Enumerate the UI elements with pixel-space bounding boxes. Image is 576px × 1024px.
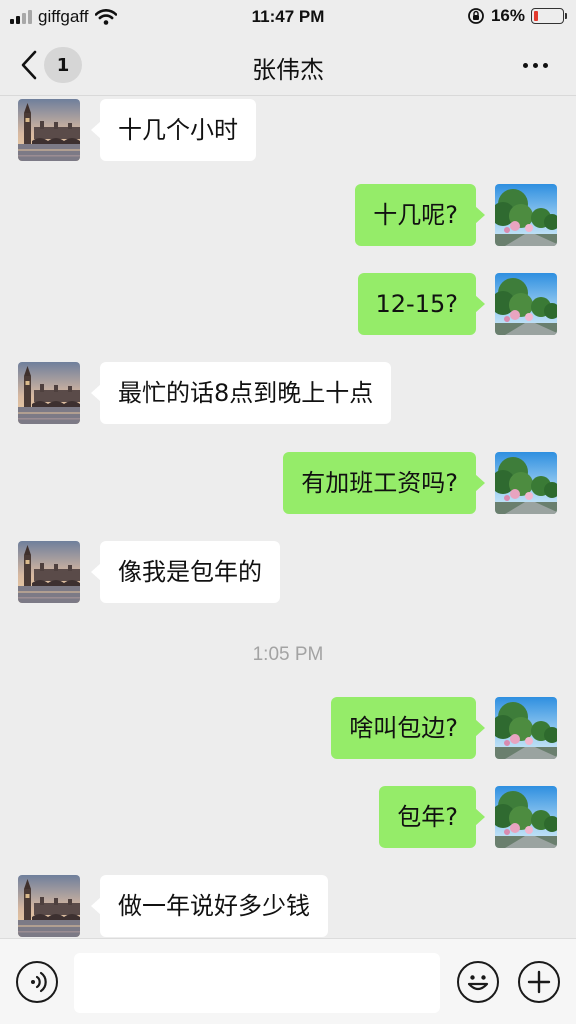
message-bubble[interactable]: 有加班工资吗?	[283, 452, 485, 514]
chat-messages[interactable]: 十几个小时 十几呢? 12-15? 最忙的话8点到晚上十点 有加班工资吗? 像我…	[0, 96, 576, 938]
my-avatar[interactable]	[495, 184, 557, 246]
message-timestamp: 1:05 PM	[252, 644, 324, 665]
plus-icon	[527, 970, 551, 994]
message-outgoing: 啥叫包边?	[0, 697, 576, 759]
more-icon	[523, 63, 528, 68]
more-functions-button[interactable]	[518, 961, 560, 1003]
my-avatar[interactable]	[495, 273, 557, 335]
input-bar	[0, 938, 576, 1024]
more-button[interactable]	[523, 63, 548, 68]
message-bubble[interactable]: 十几呢?	[355, 184, 485, 246]
message-incoming: 做一年说好多少钱	[0, 875, 576, 937]
status-bar: giffgaff 11:47 PM 16%	[0, 0, 576, 34]
contact-avatar[interactable]	[18, 875, 80, 937]
battery-percent: 16%	[490, 6, 525, 25]
orientation-lock-icon	[468, 8, 484, 24]
voice-icon	[31, 971, 47, 993]
message-outgoing: 12-15?	[0, 273, 576, 335]
my-avatar[interactable]	[495, 452, 557, 514]
message-bubble[interactable]: 做一年说好多少钱	[91, 875, 328, 937]
emoji-button[interactable]	[457, 961, 499, 1003]
message-bubble[interactable]: 像我是包年的	[91, 541, 280, 603]
message-outgoing: 十几呢?	[0, 184, 576, 246]
message-bubble[interactable]: 最忙的话8点到晚上十点	[90, 362, 392, 424]
contact-avatar[interactable]	[18, 541, 80, 603]
message-outgoing: 包年?	[0, 786, 576, 848]
message-outgoing: 有加班工资吗?	[0, 452, 576, 514]
message-incoming: 最忙的话8点到晚上十点	[0, 362, 576, 424]
contact-avatar[interactable]	[18, 362, 80, 424]
my-avatar[interactable]	[495, 697, 557, 759]
voice-button[interactable]	[16, 961, 58, 1003]
chat-title: 张伟杰	[252, 56, 324, 84]
message-incoming: 十几个小时	[0, 99, 576, 161]
contact-avatar[interactable]	[18, 99, 80, 161]
emoji-icon	[467, 975, 489, 991]
message-input[interactable]	[74, 953, 440, 1013]
battery-icon	[531, 8, 567, 24]
nav-bar: 1 张伟杰	[0, 34, 576, 96]
message-bubble[interactable]: 啥叫包边?	[331, 697, 485, 759]
battery-level	[534, 11, 539, 21]
message-bubble[interactable]: 12-15?	[357, 273, 486, 335]
message-bubble[interactable]: 包年?	[379, 786, 485, 848]
message-incoming: 像我是包年的	[0, 541, 576, 603]
my-avatar[interactable]	[495, 786, 557, 848]
message-bubble[interactable]: 十几个小时	[91, 99, 256, 161]
